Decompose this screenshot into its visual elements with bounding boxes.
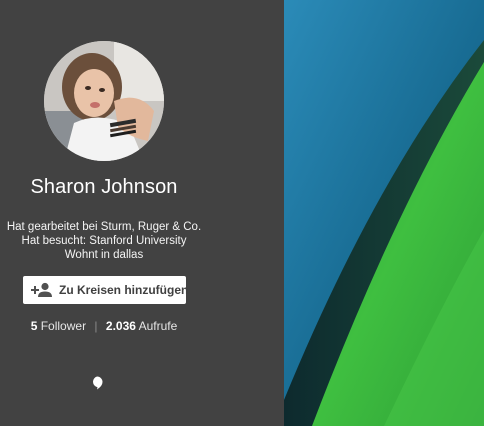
avatar-photo: [44, 41, 164, 161]
views-label: Aufrufe: [138, 319, 178, 333]
views-count: 2.036: [105, 319, 136, 333]
detail-education: Hat besucht: Stanford University: [21, 235, 187, 247]
avatar[interactable]: [44, 41, 164, 161]
profile-card: Sharon Johnson Hat gearbeitet bei Sturm,…: [0, 0, 484, 426]
comment-icon[interactable]: [91, 376, 103, 390]
cover-photo: [284, 0, 484, 426]
detail-location: Wohnt in dallas: [64, 249, 144, 261]
stats-separator: |: [94, 319, 98, 333]
add-to-circles-label: Zu Kreisen hinzufügen: [59, 283, 189, 297]
add-to-circles-button[interactable]: Zu Kreisen hinzufügen: [23, 276, 189, 304]
followers-label: Follower: [40, 319, 87, 333]
profile-stats: 5 Follower | 2.036 Aufrufe: [0, 319, 208, 333]
detail-work: Hat gearbeitet bei Sturm, Ruger & Co.: [6, 221, 202, 233]
profile-details: Hat gearbeitet bei Sturm, Ruger & Co. Ha…: [0, 220, 208, 262]
person-add-icon: [31, 282, 53, 298]
profile-info-panel: Sharon Johnson Hat gearbeitet bei Sturm,…: [0, 0, 284, 426]
profile-name[interactable]: Sharon Johnson: [0, 176, 208, 199]
followers-count: 5: [30, 319, 38, 333]
